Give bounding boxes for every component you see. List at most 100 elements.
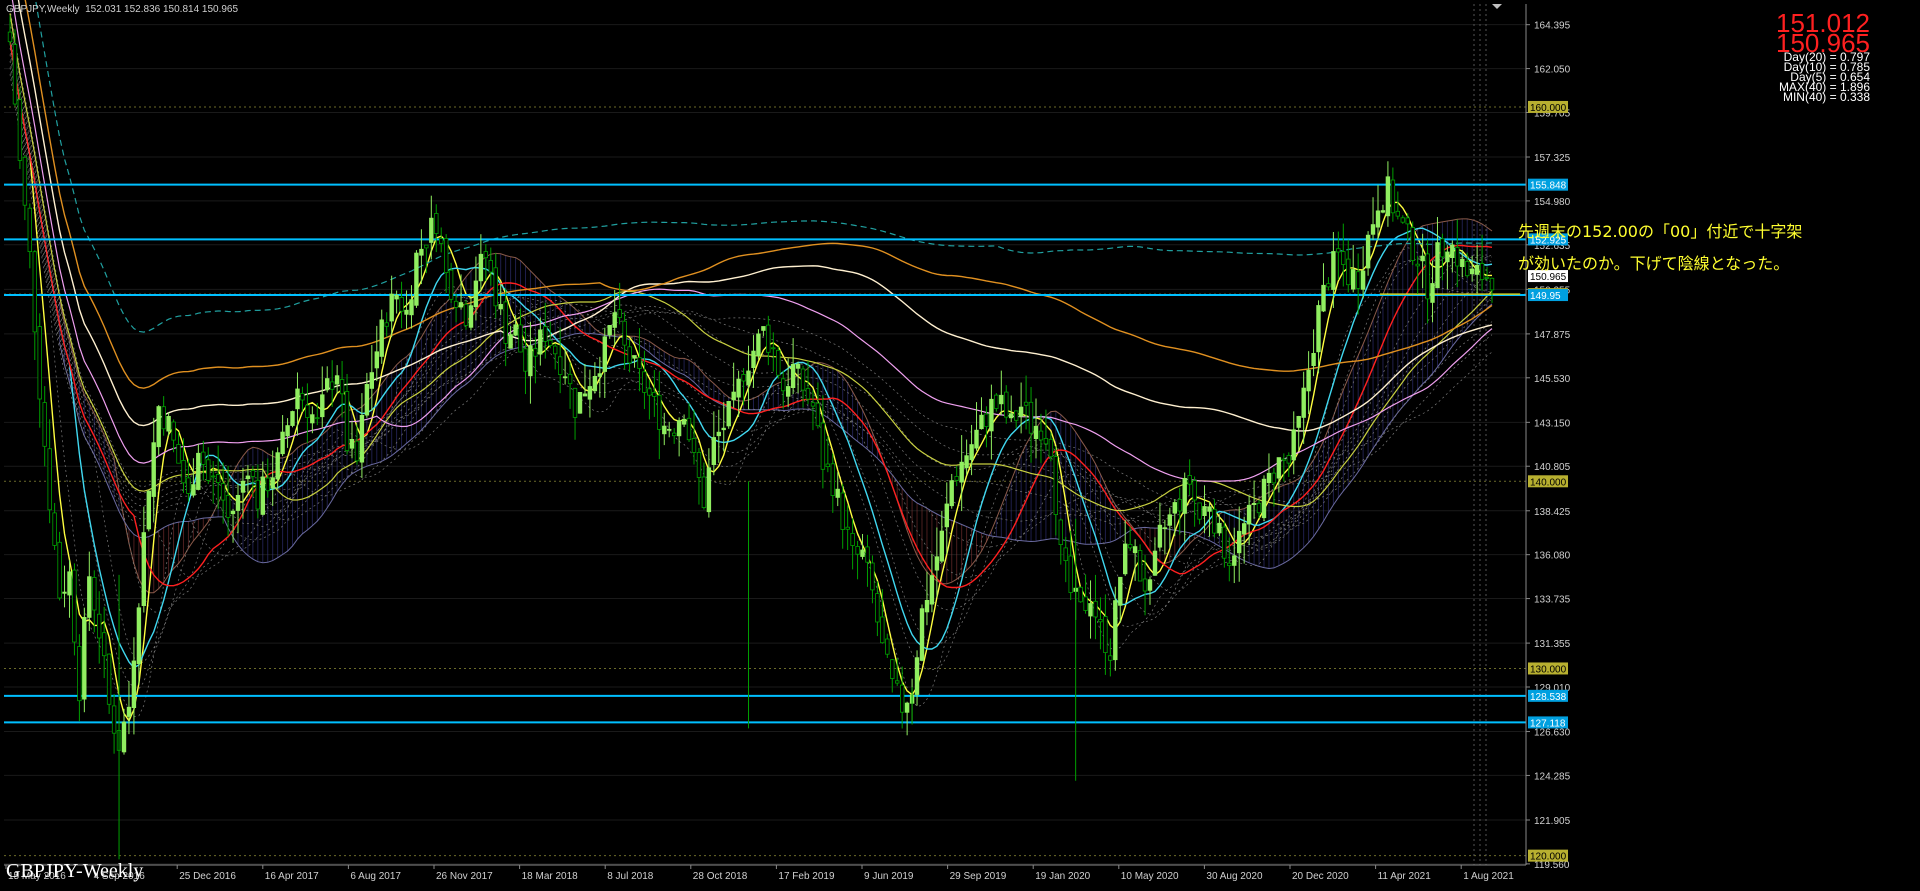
candle-body: [592, 375, 598, 392]
chart-header: GBPJPY,Weekly 152.031 152.836 150.814 15…: [6, 4, 238, 15]
time-tick-label: 17 Feb 2019: [778, 871, 835, 882]
candle-body: [1321, 284, 1326, 312]
candle-body: [57, 541, 62, 599]
candle-body: [984, 413, 989, 428]
candle-body: [1360, 270, 1366, 290]
candle-body: [250, 470, 256, 477]
candle-body: [324, 378, 330, 391]
ma-fan-line: [9, 21, 1493, 523]
candle-body: [1172, 502, 1177, 514]
candle-body: [1430, 283, 1435, 303]
candle-body: [1256, 502, 1262, 514]
candle-body: [176, 444, 181, 464]
candle-body: [215, 473, 221, 483]
time-tick-label: 29 Sep 2019: [950, 871, 1007, 882]
candle-body: [1306, 369, 1311, 392]
candle-body: [62, 591, 67, 594]
candle-body: [691, 438, 697, 453]
candle-body: [334, 375, 340, 385]
candle-body: [1336, 248, 1341, 253]
candle-body: [1251, 502, 1257, 505]
candle-body: [652, 391, 657, 397]
candle-body: [1063, 547, 1068, 562]
candle-body: [667, 428, 672, 431]
candle-body: [1232, 555, 1237, 566]
candle-body: [1078, 586, 1083, 603]
candle-body: [1286, 455, 1291, 464]
candle-body: [1351, 269, 1356, 290]
candle-body: [929, 575, 935, 605]
candle-body: [87, 576, 92, 618]
candle-body: [255, 479, 260, 510]
candle-body: [399, 296, 404, 312]
time-tick-label: 25 Dec 2016: [179, 871, 236, 882]
candle-body: [424, 244, 429, 249]
candle-body: [637, 357, 642, 369]
candle-body: [1445, 251, 1450, 263]
candle-body: [751, 350, 756, 369]
candle-body: [914, 657, 920, 695]
candle-body: [67, 571, 72, 596]
candle-body: [1093, 600, 1098, 618]
candle-body: [513, 324, 518, 336]
time-tick-label: 28 Oct 2018: [693, 871, 748, 882]
candle-body: [1311, 352, 1316, 366]
candle-body: [1489, 277, 1495, 291]
candle-body: [701, 476, 707, 509]
candle-body: [969, 444, 974, 461]
candle-body: [964, 455, 969, 469]
candle-body: [1341, 251, 1346, 265]
candle-body: [493, 267, 498, 307]
candle-body: [82, 617, 87, 700]
price-axis: 164.395162.050159.705157.325154.980152.6…: [1525, 4, 1571, 871]
candle-body: [260, 476, 265, 515]
candle-body: [434, 213, 439, 235]
candle-body: [939, 530, 944, 562]
candle-body: [1033, 425, 1039, 439]
candle-body: [562, 376, 568, 379]
candle-body: [37, 326, 42, 400]
candle-body: [136, 607, 142, 664]
candle-body: [171, 421, 176, 441]
candle-body: [726, 400, 731, 427]
candle-body: [146, 490, 151, 530]
candle-body: [672, 432, 677, 437]
candle-body: [315, 417, 320, 420]
candle-body: [1291, 429, 1296, 461]
candle-body: [1038, 430, 1044, 441]
candle-body: [1132, 546, 1138, 554]
candle-body: [1043, 437, 1049, 445]
ohlc-label: 152.031 152.836 150.814 150.965: [85, 4, 239, 15]
candle-body: [414, 252, 419, 306]
candle-body: [761, 326, 766, 331]
price-tick-label: 138.425: [1534, 507, 1571, 518]
stat-min40: MIN(40) = 0.338: [1782, 90, 1870, 104]
level-tag: 127.118: [1530, 718, 1566, 729]
candle-body: [810, 402, 816, 407]
candle-body: [1479, 262, 1485, 280]
price-chart[interactable]: 164.395162.050159.705157.325154.980152.6…: [0, 0, 1920, 891]
time-tick-label: 11 Apr 2021: [1378, 871, 1432, 882]
candle-body: [820, 422, 826, 470]
candle-body: [548, 339, 553, 346]
candle-body: [845, 526, 850, 530]
candle-body: [706, 467, 712, 513]
candle-body: [890, 659, 895, 679]
candle-body: [453, 300, 459, 308]
candle-body: [1380, 210, 1386, 213]
candle-body: [270, 477, 275, 489]
candle-body: [681, 418, 687, 425]
candle-body: [196, 452, 201, 490]
candle-body: [1390, 179, 1396, 214]
candle-body: [1331, 251, 1336, 290]
time-tick-label: 20 Dec 2020: [1292, 871, 1349, 882]
candle-body: [1103, 616, 1108, 653]
candle-body: [538, 329, 543, 355]
candle-body: [320, 394, 325, 418]
candle-body: [632, 355, 637, 359]
round-level-tag: 160.000: [1530, 103, 1567, 114]
candle-body: [1415, 263, 1420, 267]
candle-body: [1118, 576, 1123, 606]
ma-200-line: [34, 0, 1493, 333]
candle-body: [97, 613, 102, 639]
